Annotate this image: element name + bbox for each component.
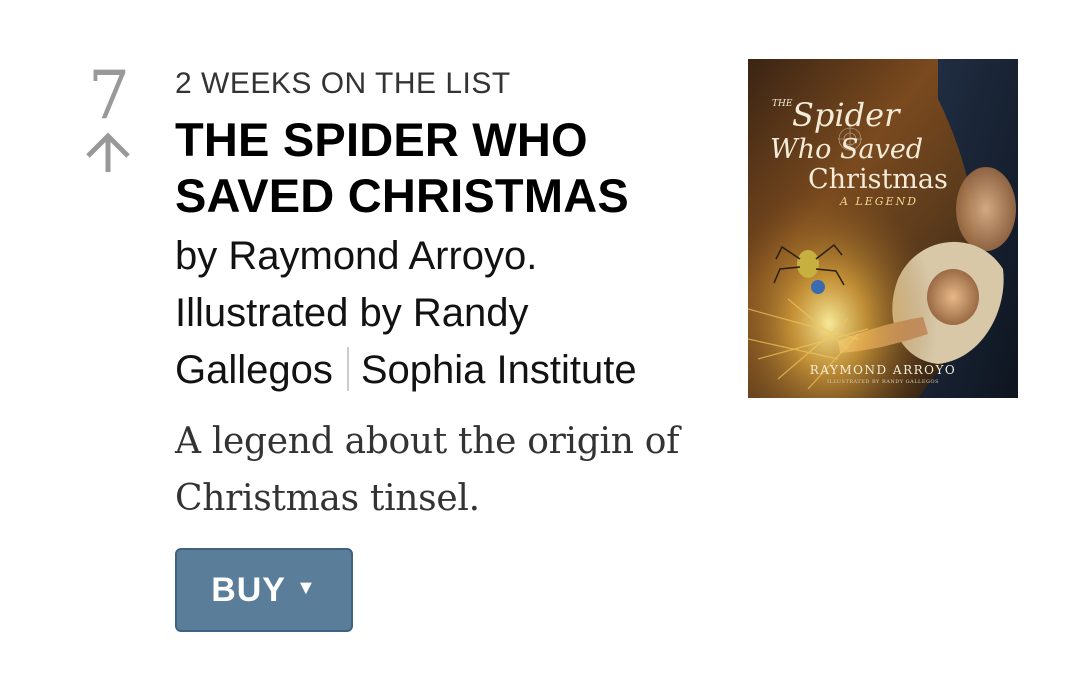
cover-title-prefix: THE [772, 99, 793, 109]
book-cover[interactable]: THE Spider Who Saved Christmas A LEGEND … [748, 59, 1018, 398]
weeks-on-list: 2 weeks on the list [175, 67, 511, 100]
book-info: 2 weeks on the list The Spider Who Saved… [175, 64, 715, 527]
arrow-up-icon [86, 132, 130, 172]
rank-column: 7 [80, 58, 136, 176]
cover-subtitle: A LEGEND [839, 195, 918, 208]
cover-title-line2: Who Saved [770, 134, 923, 165]
cover-illustrator: ILLUSTRATED BY RANDY GALLEGOS [827, 379, 939, 385]
book-description: A legend about the origin of Christmas t… [175, 421, 680, 519]
book-cover-art: THE Spider Who Saved Christmas A LEGEND … [748, 59, 1018, 398]
buy-button[interactable]: BUY ▼ [175, 548, 353, 632]
cover-title-line3: Christmas [808, 164, 948, 195]
buy-button-label: BUY [211, 570, 286, 609]
cover-author: RAYMOND ARROYO [810, 363, 957, 377]
bestseller-entry: 7 2 weeks on the list The Spider Who Sav… [0, 0, 1073, 684]
rank-number: 7 [88, 57, 130, 134]
caret-down-icon: ▼ [296, 576, 317, 599]
divider [346, 347, 349, 391]
cover-title-line1: Spider [792, 96, 901, 134]
book-title: The Spider Who Saved Christmas [175, 113, 629, 222]
book-credits: by Raymond Arroyo. Illustrated by Randy … [175, 228, 675, 399]
publisher: Sophia Institute [360, 348, 637, 392]
